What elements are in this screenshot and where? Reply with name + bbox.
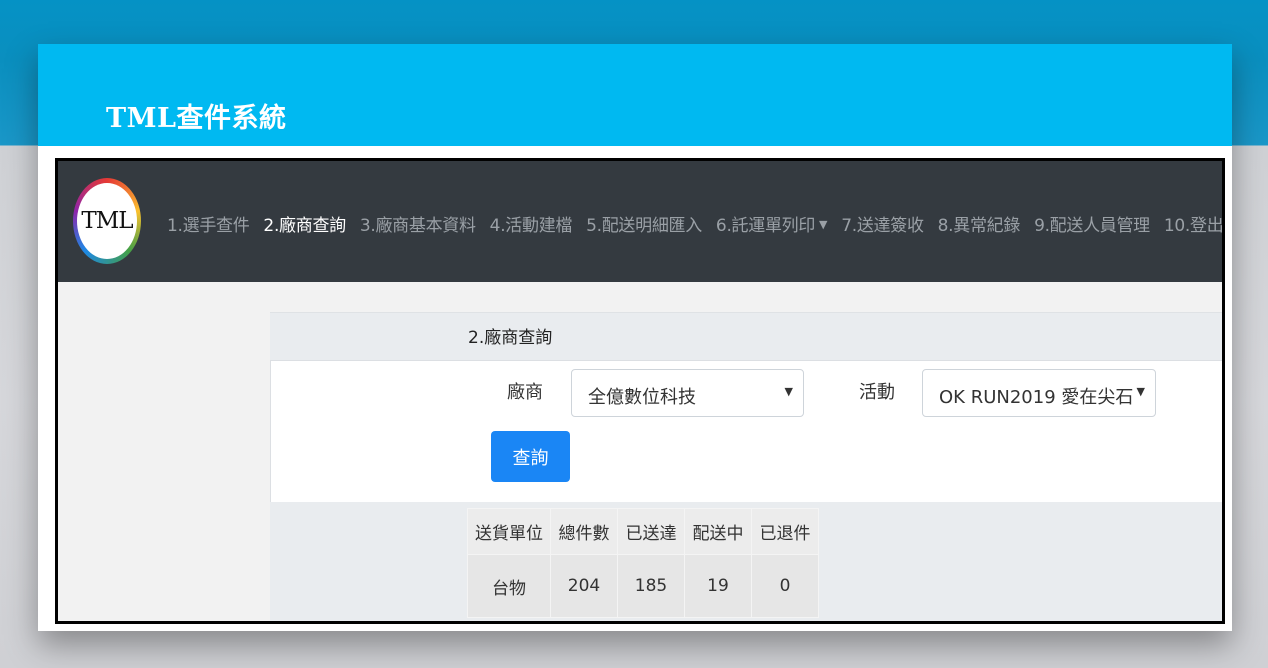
banner-header: TML查件系統	[38, 44, 1232, 146]
cell-delivered: 185	[617, 554, 685, 618]
logo[interactable]: TML	[73, 178, 141, 264]
nav-item-delivery-sign[interactable]: 7.送達簽收	[841, 211, 924, 236]
col-header-unit: 送貨單位	[467, 508, 551, 555]
cell-unit: 台物	[467, 554, 551, 618]
panel-header: 2.廠商查詢	[270, 312, 1222, 361]
query-form: 廠商 全億數位科技 ▼ 活動 OK RUN2019 愛在尖石 ▼ 查詢	[270, 360, 1222, 504]
col-header-returned: 已退件	[751, 508, 819, 555]
vendor-label: 廠商	[507, 382, 543, 403]
nav-item-waybill-label: 6.託運單列印	[715, 216, 816, 236]
nav-item-player-query[interactable]: 1.選手查件	[167, 211, 250, 236]
activity-select[interactable]: OK RUN2019 愛在尖石 ▼	[922, 369, 1156, 417]
table-header-row: 送貨單位 總件數 已送達 配送中 已退件	[467, 508, 819, 555]
nav-item-delivery-import[interactable]: 5.配送明細匯入	[586, 211, 702, 236]
nav-item-vendor-query[interactable]: 2.廠商查詢	[263, 211, 346, 236]
table-row: 台物 204 185 19 0	[467, 554, 819, 618]
nav-item-vendor-info[interactable]: 3.廠商基本資料	[360, 211, 476, 236]
navbar: TML 1.選手查件 2.廠商查詢 3.廠商基本資料 4.活動建檔 5.配送明細匯入 6.…	[58, 161, 1222, 282]
cell-total: 204	[550, 554, 618, 618]
chevron-down-icon: ▼	[784, 385, 793, 398]
nav-item-waybill-print[interactable]: 6.託運單列印 ▼	[715, 211, 828, 236]
nav-item-staff-manage[interactable]: 9.配送人員管理	[1034, 211, 1150, 236]
chevron-down-icon: ▼	[1136, 385, 1145, 398]
app-screenshot: TML 1.選手查件 2.廠商查詢 3.廠商基本資料 4.活動建檔 5.配送明細匯入 6.…	[55, 158, 1225, 624]
vendor-select[interactable]: 全億數位科技 ▼	[571, 369, 804, 417]
banner-title: TML查件系統	[106, 103, 287, 134]
nav-item-logout[interactable]: 10.登出	[1164, 211, 1222, 236]
col-header-in-transit: 配送中	[684, 508, 752, 555]
vendor-select-value: 全億數位科技	[588, 387, 696, 408]
results-area: 送貨單位 總件數 已送達 配送中 已退件 台物 204 185 19 0	[270, 502, 1222, 621]
cell-in-transit: 19	[684, 554, 752, 618]
nav-item-event-create[interactable]: 4.活動建檔	[490, 211, 573, 236]
main-content: 2.廠商查詢 廠商 全億數位科技 ▼ 活動 OK RUN2019 愛在尖石 ▼ …	[58, 282, 1222, 621]
query-button[interactable]: 查詢	[491, 431, 570, 482]
activity-select-value: OK RUN2019 愛在尖石	[939, 387, 1134, 408]
results-table: 送貨單位 總件數 已送達 配送中 已退件 台物 204 185 19 0	[467, 508, 819, 618]
logo-text: TML	[77, 183, 137, 259]
cell-returned: 0	[751, 554, 819, 618]
panel-title: 2.廠商查詢	[468, 328, 553, 348]
col-header-total: 總件數	[550, 508, 618, 555]
nav-menu: 1.選手查件 2.廠商查詢 3.廠商基本資料 4.活動建檔 5.配送明細匯入 6.託運單列…	[167, 211, 1222, 236]
nav-item-exception-log[interactable]: 8.異常紀錄	[938, 211, 1021, 236]
activity-label: 活動	[859, 382, 895, 403]
caret-down-icon: ▼	[819, 218, 828, 231]
col-header-delivered: 已送達	[617, 508, 685, 555]
